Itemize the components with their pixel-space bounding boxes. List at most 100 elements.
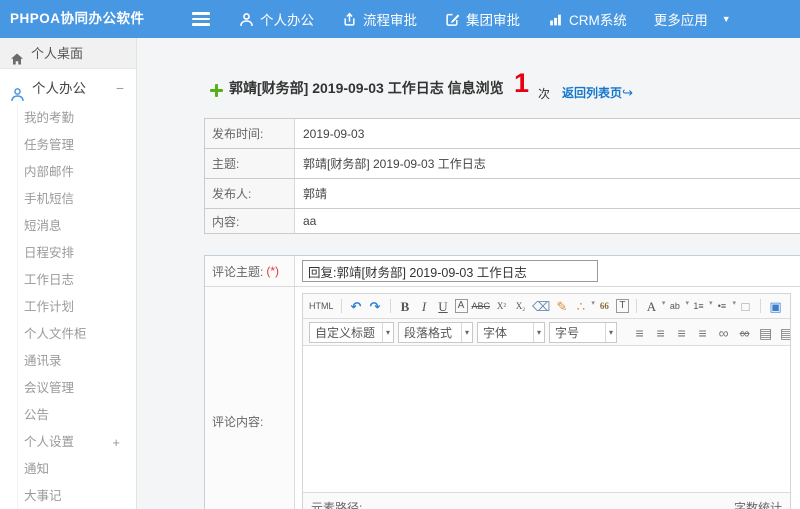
redo-icon[interactable]: ↷ [368,294,383,318]
unlink-icon[interactable]: ∞ [737,321,752,345]
font-color-icon[interactable]: A [644,294,659,318]
top-header: PHPOA协同办公软件 个人办公 流程审批 集团审批 CRM系统 更多应用 ▼ [0,0,800,38]
superscript-icon[interactable]: X² [494,294,509,318]
person-icon [238,11,254,27]
sidebar-item-after-1[interactable]: 大事记 [18,483,136,509]
editor-content-area[interactable] [303,346,790,492]
rich-text-editor: HTML ↶ ↷ B I U A ABC X² X₂ ⌫ ✎ ∴ ▾ 66 T A ▾ ab ▾ 1≡ ▾ •≡ ▾ □ ▣ 自定… [302,293,791,509]
eraser-icon[interactable]: ⌫ [532,294,550,318]
toolbar-separator [389,299,391,313]
info-row: 主题: 郭靖[财务部] 2019-09-03 工作日志 [205,149,800,179]
undo-icon[interactable]: ↶ [349,294,364,318]
chevron-down-icon[interactable]: ▾ [382,323,393,342]
sidebar-item-4[interactable]: 短消息 [18,213,136,240]
toolbar-separator [635,299,637,313]
sidebar-item-2[interactable]: 内部邮件 [18,159,136,186]
nav-group-approval[interactable]: 集团审批 [444,0,520,38]
expand-icon[interactable]: + [112,429,120,456]
select-value: 字体 [483,326,508,340]
link-icon[interactable]: ∞ [716,321,731,345]
chevron-down-icon[interactable]: ▾ [732,300,736,307]
bold-icon[interactable]: B [398,294,413,318]
autotypeset-icon[interactable]: A [454,299,468,313]
paragraph-format-select[interactable]: 段落格式 ▾ [398,322,474,343]
chevron-down-icon[interactable]: ▾ [533,323,544,342]
auto-format-icon[interactable]: ∴ [573,294,588,318]
new-page-icon[interactable]: □ [738,294,753,318]
sidebar-item-9[interactable]: 通讯录 [18,348,136,375]
chevron-down-icon[interactable]: ▾ [709,300,713,307]
sidebar-item-label: 任务管理 [24,138,75,152]
sidebar-item-0[interactable]: 我的考勤 [18,105,136,132]
back-to-list-link[interactable]: 返回列表页↪ [562,84,633,101]
main-content: 郭靖[财务部] 2019-09-03 工作日志 信息浏览 1 次 返回列表页↪ … [138,38,800,509]
ordered-list-icon[interactable]: 1≡ [691,294,706,318]
nav-crm-system[interactable]: CRM系统 [547,0,627,38]
custom-heading-select[interactable]: 自定义标题 ▾ [309,322,395,343]
sidebar-item-1[interactable]: 任务管理 [18,132,136,159]
italic-icon[interactable]: I [417,294,432,318]
fullscreen-icon[interactable]: ▣ [768,294,783,318]
sidebar: 个人桌面 个人办公 − 我的考勤任务管理内部邮件手机短信短消息 日程安排 工作日志工… [0,38,137,509]
sidebar-item-6[interactable]: 工作日志 [18,267,136,294]
blockquote-icon[interactable]: 66 [597,294,612,318]
collapse-icon[interactable]: − [116,72,124,105]
info-row-value: 郭靖[财务部] 2019-09-03 工作日志 [303,157,486,171]
chevron-down-icon[interactable]: ▾ [662,300,666,307]
add-icon [210,84,223,97]
nav-label: 个人办公 [260,13,314,28]
sidebar-item-10[interactable]: 会议管理 [18,375,136,402]
sidebar-group-personal-office[interactable]: 个人办公 − [0,72,136,105]
nav-workflow-approval[interactable]: 流程审批 [341,0,417,38]
unordered-list-icon[interactable]: •≡ [714,294,729,318]
toolbar-separator [340,299,342,313]
font-size-select[interactable]: 字号 ▾ [549,322,618,343]
sidebar-item-settings[interactable]: 个人设置 + [18,429,136,456]
nav-more-apps[interactable]: 更多应用 ▼ [654,0,731,38]
info-row-value: aa [303,214,317,228]
strikethrough-icon[interactable]: ABC [472,294,491,318]
sidebar-item-8[interactable]: 个人文件柜 [18,321,136,348]
chevron-down-icon[interactable]: ▾ [605,323,616,342]
align-left-icon[interactable]: ≡ [632,321,647,345]
comment-content-label: 评论内容: [205,287,295,509]
sidebar-item-after-0[interactable]: 通知 [18,456,136,483]
word-count-label[interactable]: 字数统计 [734,493,782,509]
comment-content-cell: HTML ↶ ↷ B I U A ABC X² X₂ ⌫ ✎ ∴ ▾ 66 T A ▾ ab ▾ 1≡ ▾ •≡ ▾ □ ▣ 自定… [295,287,800,509]
chevron-down-icon[interactable]: ▾ [461,323,472,342]
menu-icon[interactable] [192,12,210,26]
element-path-label: 元素路径: [311,501,363,509]
insert-image-icon[interactable]: ▤ [758,321,773,345]
align-justify-icon[interactable]: ≡ [695,321,710,345]
sidebar-item-11[interactable]: 公告 [18,402,136,429]
label-text: 评论主题: [212,264,264,279]
sidebar-item-3[interactable]: 手机短信 [18,186,136,213]
scrawl-icon[interactable]: ▤ [779,321,790,345]
info-row-value: 郭靖 [303,187,328,201]
align-center-icon[interactable]: ≡ [653,321,668,345]
font-family-select[interactable]: 字体 ▾ [477,322,546,343]
subscript-icon[interactable]: X₂ [513,294,528,318]
chevron-down-icon[interactable]: ▾ [591,300,595,307]
source-code-icon[interactable]: HTML [309,294,334,318]
align-right-icon[interactable]: ≡ [674,321,689,345]
chevron-down-icon[interactable]: ▾ [685,300,689,307]
info-row-label: 发布人: [205,179,295,208]
format-brush-icon[interactable]: ✎ [554,294,569,318]
paste-as-text-icon[interactable]: T [615,299,629,313]
underline-icon[interactable]: U [436,294,451,318]
highlight-color-icon[interactable]: ab [667,294,682,318]
nav-label: 更多应用 [653,13,708,28]
sidebar-item-label: 个人文件柜 [24,327,87,341]
edit-icon [444,11,460,27]
sidebar-item-5[interactable]: 日程安排 [18,240,136,267]
sidebar-item-desktop[interactable]: 个人桌面 [0,38,136,69]
sidebar-item-label: 手机短信 [24,192,75,206]
chart-icon [547,11,563,27]
nav-personal-office[interactable]: 个人办公 [238,0,314,38]
sidebar-item-7[interactable]: 工作计划 [18,294,136,321]
comment-subject-cell [295,256,800,286]
comment-subject-input[interactable] [302,260,598,282]
comment-subject-row: 评论主题: (*) [205,256,800,287]
chevron-down-icon[interactable]: ▼ [722,14,731,24]
